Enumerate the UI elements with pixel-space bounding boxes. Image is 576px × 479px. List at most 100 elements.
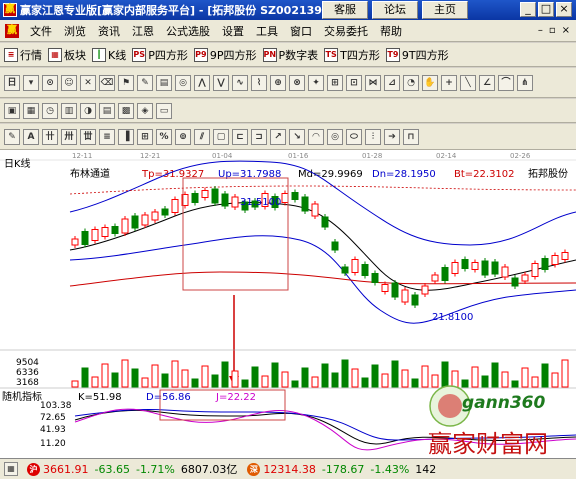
angle-icon[interactable]: ∠ <box>479 74 495 91</box>
ruler-icon[interactable]: ⊏ <box>232 128 248 145</box>
split-icon[interactable]: ⊐ <box>251 128 267 145</box>
hand-icon[interactable]: ✋ <box>422 74 438 91</box>
menu-file[interactable]: 文件 <box>24 23 58 39</box>
menu-window[interactable]: 窗口 <box>284 23 318 39</box>
box-icon[interactable]: ▢ <box>213 128 229 145</box>
toolbar-p-number-button[interactable]: PN P数字表 <box>262 47 318 63</box>
fan-icon[interactable]: ⋔ <box>517 74 533 91</box>
volume-bar <box>191 378 199 388</box>
chart-e-icon[interactable]: ⊕ <box>270 74 286 91</box>
candle-body <box>451 262 459 274</box>
note-icon[interactable]: ▤ <box>99 102 115 119</box>
compass-icon[interactable]: ◎ <box>175 74 191 91</box>
chart-l-icon[interactable]: ◔ <box>403 74 419 91</box>
chart-b-icon[interactable]: ⋁ <box>213 74 229 91</box>
lock-icon[interactable]: ⊓ <box>403 128 419 145</box>
mdi-minimize-icon[interactable]: – <box>538 25 543 36</box>
menu-gann[interactable]: 江恩 <box>126 23 160 39</box>
menu-tools[interactable]: 工具 <box>250 23 284 39</box>
calendar-icon[interactable]: ▦ <box>23 102 39 119</box>
face-icon[interactable]: ☺ <box>61 74 77 91</box>
stats-icon[interactable]: ▐ <box>118 128 134 145</box>
candle-body <box>141 214 149 226</box>
gann-fan-icon[interactable]: 卅 <box>61 128 77 145</box>
clock-icon[interactable]: ◷ <box>42 102 58 119</box>
wave-icon[interactable]: ⌒ <box>498 74 514 91</box>
fibo-icon[interactable]: ⫶ <box>365 128 381 145</box>
toolbar-p-square-button[interactable]: PS P四方形 <box>132 47 188 63</box>
chart-i-icon[interactable]: ⊡ <box>346 74 362 91</box>
trend-line-icon[interactable]: ╲ <box>460 74 476 91</box>
arrow-icon[interactable]: ➔ <box>384 128 400 145</box>
table-icon[interactable]: ⊞ <box>137 128 153 145</box>
close-icon[interactable]: × <box>556 2 572 17</box>
text-icon[interactable]: A <box>23 128 39 145</box>
cursor-select-icon[interactable]: ▾ <box>23 74 39 91</box>
toolbar-quotes-button[interactable]: ≡ 行情 <box>4 47 42 63</box>
candle-body <box>111 226 119 234</box>
chart-g-icon[interactable]: ✦ <box>308 74 324 91</box>
bar-chart-icon[interactable]: ▥ <box>61 102 77 119</box>
menu-info[interactable]: 资讯 <box>92 23 126 39</box>
menu-browse[interactable]: 浏览 <box>58 23 92 39</box>
menu-trade[interactable]: 交易委托 <box>318 23 374 39</box>
arc-icon[interactable]: ◠ <box>308 128 324 145</box>
customer-service-button[interactable]: 客服 <box>322 1 368 19</box>
chart-area[interactable]: 12-11 12-21 01-04 01-16 01-28 02-14 02-2… <box>0 150 576 460</box>
ellipse-icon[interactable]: ⬭ <box>346 128 362 145</box>
save-icon[interactable]: ▣ <box>4 102 20 119</box>
cycle-icon[interactable]: ⊚ <box>175 128 191 145</box>
cube-icon[interactable]: ◈ <box>137 102 153 119</box>
menu-formula-select[interactable]: 公式选股 <box>160 23 216 39</box>
chart-c-icon[interactable]: ∿ <box>232 74 248 91</box>
toolbar-drawing: ✎ A 卄 卅 丗 ≡ ▐ ⊞ % ⊚ ⫽ ▢ ⊏ ⊐ ↗ ↘ ◠ ◎ ⬭ ⫶ … <box>0 124 576 150</box>
percent-icon[interactable]: % <box>156 128 172 145</box>
mdi-close-icon[interactable]: × <box>562 25 570 36</box>
volume-bar <box>161 373 169 388</box>
chart-h-icon[interactable]: ⊞ <box>327 74 343 91</box>
chart-f-icon[interactable]: ⊗ <box>289 74 305 91</box>
crosshair-icon[interactable]: + <box>441 74 457 91</box>
toolbar-9p-square-button[interactable]: P9 9P四方形 <box>193 47 257 63</box>
toolbar-kline-button[interactable]: ┃ K线 <box>92 47 126 63</box>
volume-tick: 6336 <box>16 368 39 378</box>
minimize-icon[interactable]: _ <box>520 2 536 17</box>
trend-down-icon[interactable]: ↘ <box>289 128 305 145</box>
chart-k-icon[interactable]: ⊿ <box>384 74 400 91</box>
chart-a-icon[interactable]: ⋀ <box>194 74 210 91</box>
mdi-restore-icon[interactable]: ▫ <box>549 25 556 36</box>
volume-bar <box>81 367 89 388</box>
gann-grid-icon[interactable]: 卄 <box>42 128 58 145</box>
homepage-button[interactable]: 主页 <box>422 1 468 19</box>
forum-button[interactable]: 论坛 <box>372 1 418 19</box>
9t-square-icon: T9 <box>385 47 400 62</box>
trend-up-icon[interactable]: ↗ <box>270 128 286 145</box>
menu-help[interactable]: 帮助 <box>374 23 408 39</box>
cross-tool-icon[interactable]: ✕ <box>80 74 96 91</box>
toolbar-t-square-button[interactable]: TS T四方形 <box>324 47 380 63</box>
pencil-icon[interactable]: ✎ <box>4 128 20 145</box>
chart-d-icon[interactable]: ⌇ <box>251 74 267 91</box>
toolbar-9t-square-button[interactable]: T9 9T四方形 <box>385 47 449 63</box>
stock-name-label: 拓邦股份 <box>528 167 568 180</box>
pen-icon[interactable]: ✎ <box>137 74 153 91</box>
menu-settings[interactable]: 设置 <box>216 23 250 39</box>
day-period-icon[interactable]: 日 <box>4 74 20 91</box>
zoom-fit-icon[interactable]: ⊙ <box>42 74 58 91</box>
menu-bar: 赢 文件 浏览 资讯 江恩 公式选股 设置 工具 窗口 交易委托 帮助 – ▫ … <box>0 20 576 42</box>
channel-icon[interactable]: ⫽ <box>194 128 210 145</box>
window-icon[interactable]: ▭ <box>156 102 172 119</box>
chart-j-icon[interactable]: ⋈ <box>365 74 381 91</box>
gann-line-icon[interactable]: ≡ <box>99 128 115 145</box>
grid-status-icon[interactable]: ▦ <box>4 462 18 476</box>
gann-box-icon[interactable]: 丗 <box>80 128 96 145</box>
sz-index-change: -178.67 <box>321 462 365 476</box>
chart-toggle-icon[interactable]: ▤ <box>156 74 172 91</box>
maximize-icon[interactable]: □ <box>538 2 554 17</box>
flag-icon[interactable]: ⚑ <box>118 74 134 91</box>
spiral-icon[interactable]: ◎ <box>327 128 343 145</box>
gauge-icon[interactable]: ◑ <box>80 102 96 119</box>
eraser-icon[interactable]: ⌫ <box>99 74 115 91</box>
calculator-icon[interactable]: ▩ <box>118 102 134 119</box>
toolbar-sector-button[interactable]: ▦ 板块 <box>48 47 86 63</box>
